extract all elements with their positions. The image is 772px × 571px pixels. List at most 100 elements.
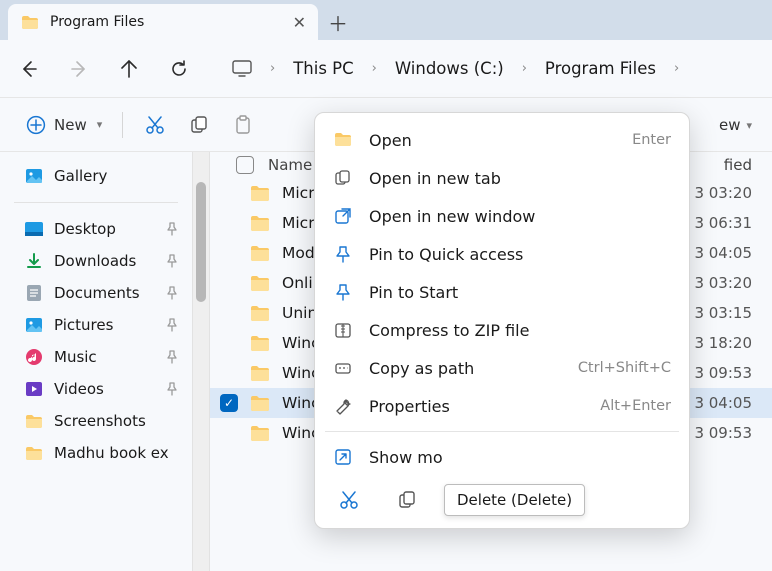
gallery-icon [24,166,44,186]
folder-icon [250,215,270,232]
new-tab-button[interactable]: ＋ [318,4,358,40]
up-button[interactable] [104,49,154,89]
tab-title: Program Files [50,14,144,30]
sidebar-item-icon [24,315,44,335]
view-button[interactable]: ew ▾ [709,98,762,152]
sidebar-item[interactable]: Videos [0,373,192,405]
file-date: 3 18:20 [694,334,752,352]
context-menu-label: Pin to Start [369,283,671,302]
context-menu-item[interactable]: Open in new tab [315,159,689,197]
context-cut-button[interactable] [331,484,367,516]
sidebar: Gallery Desktop Downloads Documents Picture… [0,152,192,571]
sidebar-item-label: Videos [54,380,104,398]
scrollbar-thumb[interactable] [196,182,206,302]
file-date: 3 03:20 [694,184,752,202]
context-menu-label: Open in new tab [369,169,671,188]
sidebar-item-label: Downloads [54,252,136,270]
chevron-right-icon: › [366,61,383,76]
chevron-down-icon: ▾ [746,119,752,132]
tab-strip: Program Files ✕ ＋ [0,0,772,40]
refresh-button[interactable] [154,49,204,89]
back-button[interactable] [4,49,54,89]
sidebar-item-label: Gallery [54,167,107,185]
context-menu-accelerator: Enter [632,132,671,148]
cut-button[interactable] [133,115,177,135]
sidebar-item-label: Desktop [54,220,116,238]
zip-icon [333,320,353,340]
file-date: 3 04:05 [694,244,752,262]
sidebar-item[interactable]: Music [0,341,192,373]
external-icon [333,206,353,226]
sidebar-item[interactable]: Downloads [0,245,192,277]
browser-tab[interactable]: Program Files ✕ [8,4,318,40]
context-menu-label: Properties [369,397,584,416]
file-name: Unin [282,304,317,322]
context-menu-divider [325,431,679,432]
close-tab-icon[interactable]: ✕ [293,13,306,32]
file-name: Onli [282,274,313,292]
breadcrumb-item[interactable]: This PC [287,55,359,82]
pin-icon [166,222,178,236]
context-menu-item[interactable]: OpenEnter [315,121,689,159]
column-header-modified[interactable]: fied [724,156,752,174]
file-date: 3 09:53 [694,364,752,382]
context-menu-item[interactable]: Open in new window [315,197,689,235]
column-header-name[interactable]: Name [268,156,312,174]
pin-icon [166,286,178,300]
sidebar-item[interactable]: Documents [0,277,192,309]
file-date: 3 09:53 [694,424,752,442]
folder-icon [250,395,270,412]
sidebar-item-label: Screenshots [54,412,146,430]
tooltip: Delete (Delete) [444,484,585,516]
file-name: Mod [282,244,315,262]
chevron-right-icon: › [668,61,685,76]
sidebar-item-label: Music [54,348,97,366]
folder-icon [250,335,270,352]
toolbar-divider [122,112,123,138]
paste-button[interactable] [221,115,265,135]
sidebar-item-icon [24,379,44,399]
context-menu-item[interactable]: Copy as path Ctrl+Shift+C [315,349,689,387]
context-menu-item[interactable]: PropertiesAlt+Enter [315,387,689,425]
pin-icon [333,244,353,264]
select-all-checkbox[interactable] [236,156,254,174]
context-menu-item[interactable]: Compress to ZIP file [315,311,689,349]
sidebar-item[interactable]: Madhu book ex [0,437,192,469]
sidebar-scrollbar[interactable] [192,152,210,571]
context-menu-label: Copy as path [369,359,562,378]
chevron-right-icon: › [264,61,281,76]
context-menu-item[interactable]: Pin to Start [315,273,689,311]
copy-button[interactable] [177,115,221,135]
breadcrumb: › This PC › Windows (C:) › Program Files… [254,55,685,82]
row-checkbox[interactable]: ✓ [220,394,238,412]
pin-icon [166,318,178,332]
pin-icon [166,350,178,364]
sidebar-item-gallery[interactable]: Gallery [0,160,192,192]
copy-icon [333,168,353,188]
context-menu-show-more[interactable]: Show mo [315,438,689,476]
context-menu-label: Show mo [369,448,671,467]
folder-icon [250,275,270,292]
breadcrumb-item[interactable]: Windows (C:) [389,55,510,82]
expand-icon [333,447,353,467]
forward-button[interactable] [54,49,104,89]
sidebar-item[interactable]: Pictures [0,309,192,341]
file-date: 3 04:05 [694,394,752,412]
chevron-down-icon: ▾ [97,118,103,131]
context-menu-item[interactable]: Pin to Quick access [315,235,689,273]
pin-icon [166,254,178,268]
view-button-label: ew [719,116,741,134]
sidebar-item[interactable]: Desktop [0,213,192,245]
new-button-label: New [54,116,87,134]
breadcrumb-item[interactable]: Program Files [539,55,662,82]
sidebar-item-icon [24,347,44,367]
sidebar-item[interactable]: Screenshots [0,405,192,437]
chevron-right-icon: › [516,61,533,76]
sidebar-item-icon [24,411,44,431]
context-copy-button[interactable] [389,484,425,516]
context-menu-label: Pin to Quick access [369,245,671,264]
context-menu-accelerator: Ctrl+Shift+C [578,360,671,376]
new-button[interactable]: New ▾ [16,107,112,143]
sidebar-item-label: Documents [54,284,140,302]
tooltip-text: Delete (Delete) [457,491,572,509]
